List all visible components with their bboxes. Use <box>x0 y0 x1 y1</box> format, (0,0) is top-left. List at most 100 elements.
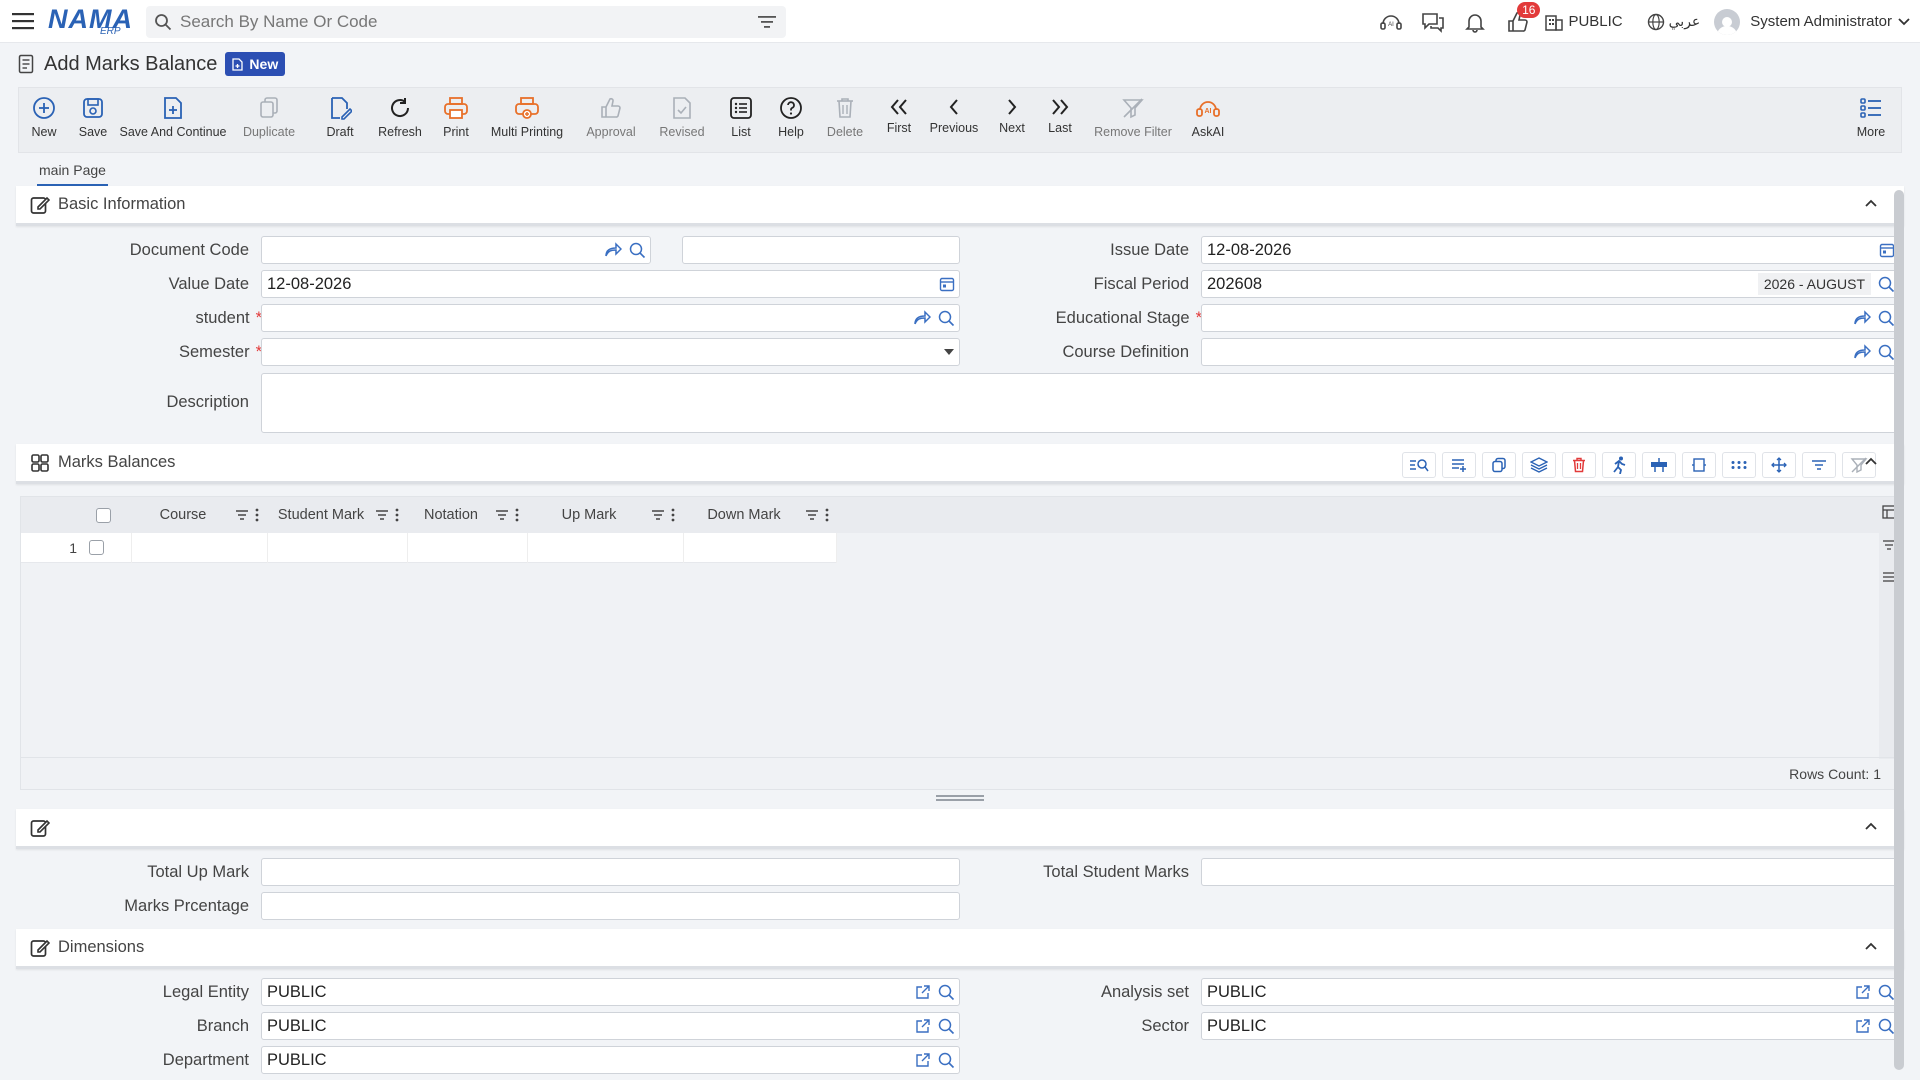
company-name[interactable]: PUBLIC <box>1568 13 1622 30</box>
approval-button[interactable]: Approval <box>571 88 651 154</box>
share-arrow-icon[interactable] <box>1853 310 1871 326</box>
delete-button[interactable]: Delete <box>813 88 877 154</box>
grid-filter-icon[interactable] <box>1802 452 1836 478</box>
column-menu-icon[interactable] <box>255 508 259 522</box>
description-textarea[interactable] <box>261 373 1900 433</box>
value-date-field[interactable]: 12-08-2026 <box>261 270 960 298</box>
collapse-chevron-icon[interactable] <box>1864 198 1878 208</box>
delete-rows-icon[interactable] <box>1562 452 1596 478</box>
save-button[interactable]: Save <box>69 88 117 154</box>
layers-icon[interactable] <box>1522 452 1556 478</box>
analysis-set-field[interactable]: PUBLIC <box>1201 978 1900 1006</box>
search-input[interactable] <box>180 12 758 32</box>
student-field[interactable] <box>261 304 960 332</box>
course-definition-field[interactable] <box>1201 338 1900 366</box>
collapse-chevron-icon[interactable] <box>1864 821 1878 831</box>
share-arrow-icon[interactable] <box>913 310 931 326</box>
column-header[interactable]: Student Mark <box>267 497 407 533</box>
more-button[interactable]: More <box>1841 88 1901 154</box>
print-button[interactable]: Print <box>429 88 483 154</box>
totals-header[interactable] <box>16 809 1904 849</box>
search-lookup-icon[interactable] <box>937 309 955 327</box>
refresh-button[interactable]: Refresh <box>371 88 429 154</box>
total-student-marks-field[interactable] <box>1201 858 1900 886</box>
search-lookup-icon[interactable] <box>937 983 955 1001</box>
column-header[interactable]: Down Mark <box>683 497 837 533</box>
collapse-chevron-icon[interactable] <box>1864 941 1878 951</box>
row-cell[interactable] <box>527 533 683 563</box>
duplicate-button[interactable]: Duplicate <box>229 88 309 154</box>
help-button[interactable]: Help <box>769 88 813 154</box>
table-row[interactable]: 1 <box>21 533 837 563</box>
semester-select[interactable] <box>261 338 960 366</box>
search-lookup-icon[interactable] <box>1877 983 1895 1001</box>
select-all-checkbox[interactable] <box>95 507 111 523</box>
run-icon[interactable] <box>1602 452 1636 478</box>
save-and-continue-button[interactable]: Save And Continue <box>117 88 229 154</box>
remove-filter-button[interactable]: Remove Filter <box>1083 88 1183 154</box>
move-icon[interactable] <box>1762 452 1796 478</box>
column-header[interactable]: Notation <box>407 497 527 533</box>
dots-grid-icon[interactable] <box>1722 452 1756 478</box>
likes-icon[interactable]: 16 <box>1496 0 1541 43</box>
column-menu-icon[interactable] <box>395 508 399 522</box>
educational-stage-field[interactable] <box>1201 304 1900 332</box>
column-filter-icon[interactable] <box>375 509 389 521</box>
external-link-icon[interactable] <box>1855 1018 1871 1034</box>
branch-field[interactable]: PUBLIC <box>261 1012 960 1040</box>
caret-down-icon[interactable] <box>943 348 955 356</box>
total-up-mark-field[interactable] <box>261 858 960 886</box>
search-lookup-icon[interactable] <box>1877 309 1895 327</box>
department-field[interactable]: PUBLIC <box>261 1046 960 1074</box>
column-filter-icon[interactable] <box>495 509 509 521</box>
search-lookup-icon[interactable] <box>937 1017 955 1035</box>
collapse-chevron-icon[interactable] <box>1864 456 1878 466</box>
search-lookup-icon[interactable] <box>1877 275 1895 293</box>
row-checkbox[interactable] <box>89 540 104 555</box>
revised-button[interactable]: Revised <box>651 88 713 154</box>
row-cell[interactable] <box>407 533 527 563</box>
list-button[interactable]: List <box>713 88 769 154</box>
multi-printing-button[interactable]: Multi Printing <box>483 88 571 154</box>
column-menu-icon[interactable] <box>515 508 519 522</box>
insert-row-icon[interactable] <box>1642 452 1676 478</box>
column-menu-icon[interactable] <box>671 508 675 522</box>
basic-information-header[interactable]: Basic Information <box>16 186 1904 226</box>
askai-button[interactable]: AI AskAI <box>1183 88 1233 154</box>
first-button[interactable]: First <box>877 88 921 154</box>
share-arrow-icon[interactable] <box>1853 344 1871 360</box>
search-lookup-icon[interactable] <box>628 241 646 259</box>
search-lookup-icon[interactable] <box>1877 1017 1895 1035</box>
notification-bell-icon[interactable] <box>1454 0 1496 43</box>
column-header[interactable]: Up Mark <box>527 497 683 533</box>
document-code-field[interactable] <box>261 236 651 264</box>
row-cell[interactable] <box>267 533 407 563</box>
column-filter-icon[interactable] <box>235 509 249 521</box>
fiscal-period-field[interactable]: 202608 2026 - AUGUST <box>1201 270 1900 298</box>
dimensions-header[interactable]: Dimensions <box>16 929 1904 969</box>
last-button[interactable]: Last <box>1037 88 1083 154</box>
chat-icon[interactable] <box>1412 0 1454 43</box>
page-scrollbar[interactable] <box>1894 190 1904 1070</box>
new-button[interactable]: New <box>19 88 69 154</box>
previous-button[interactable]: Previous <box>921 88 987 154</box>
external-link-icon[interactable] <box>915 1052 931 1068</box>
share-arrow-icon[interactable] <box>604 242 622 258</box>
row-cell[interactable] <box>131 533 267 563</box>
calendar-icon[interactable] <box>939 276 955 292</box>
column-filter-icon[interactable] <box>651 509 665 521</box>
draft-button[interactable]: Draft <box>309 88 371 154</box>
calendar-icon[interactable] <box>1879 242 1895 258</box>
search-lookup-icon[interactable] <box>937 1051 955 1069</box>
legal-entity-field[interactable]: PUBLIC <box>261 978 960 1006</box>
search-filter-icon[interactable] <box>758 15 776 29</box>
search-lookup-icon[interactable] <box>1877 343 1895 361</box>
column-menu-icon[interactable] <box>825 508 829 522</box>
grid-resize-handle[interactable] <box>936 795 984 801</box>
external-link-icon[interactable] <box>915 1018 931 1034</box>
hamburger-menu-icon[interactable] <box>0 0 46 43</box>
ai-assistant-icon[interactable]: AI <box>1370 0 1412 43</box>
sector-field[interactable]: PUBLIC <box>1201 1012 1900 1040</box>
document-code-secondary-field[interactable] <box>682 236 960 264</box>
app-logo[interactable]: NAMA ERP <box>48 5 140 37</box>
